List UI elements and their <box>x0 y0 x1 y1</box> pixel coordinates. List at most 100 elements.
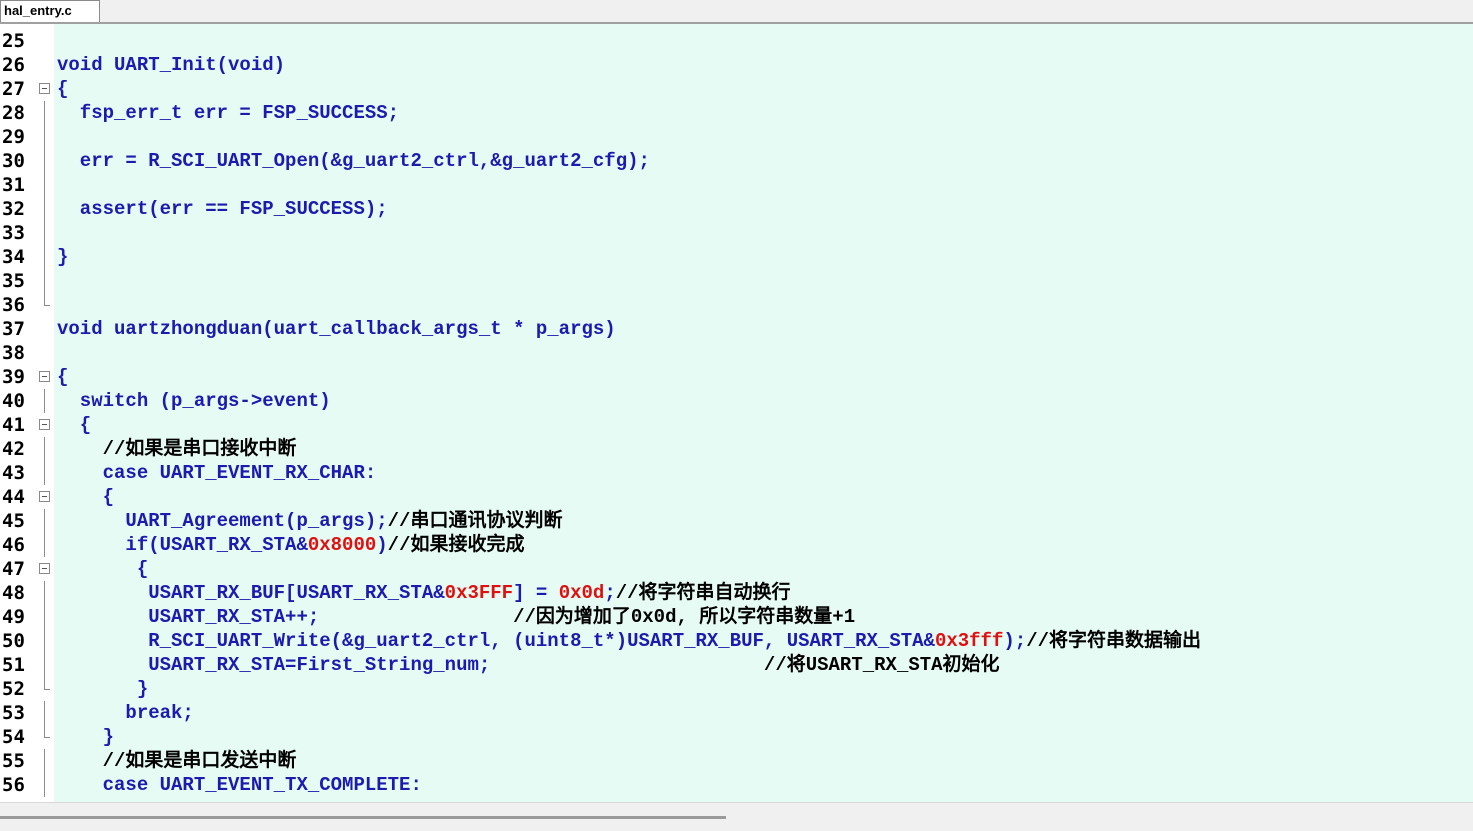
fold-toggle-icon[interactable] <box>38 365 54 389</box>
scrollbar-thumb[interactable] <box>0 816 726 819</box>
line-number: 29 <box>2 126 25 148</box>
fold-guide <box>38 677 54 701</box>
code-text: } <box>57 678 149 700</box>
fold-guide <box>38 701 54 725</box>
tab-hal-entry[interactable]: hal_entry.c <box>0 0 100 22</box>
code-text: if(USART_RX_STA&0x8000)//如果接收完成 <box>57 534 525 556</box>
line-number: 46 <box>2 534 25 556</box>
fold-guide <box>38 221 54 245</box>
line-number: 37 <box>2 318 25 340</box>
code-text: switch (p_args->event) <box>57 390 331 412</box>
fold-guide <box>38 317 54 341</box>
line-number: 42 <box>2 438 25 460</box>
fold-guide <box>38 461 54 485</box>
fold-guide <box>38 293 54 317</box>
code-text: { <box>57 366 69 388</box>
code-text: case UART_EVENT_RX_CHAR: <box>57 462 377 484</box>
line-number: 31 <box>2 174 25 196</box>
fold-guide <box>38 149 54 173</box>
code-line: 50 R_SCI_UART_Write(&g_uart2_ctrl, (uint… <box>0 629 1473 653</box>
code-line: 52 } <box>0 677 1473 701</box>
code-line: 48 USART_RX_BUF[USART_RX_STA&0x3FFF] = 0… <box>0 581 1473 605</box>
line-number: 34 <box>2 246 25 268</box>
code-text: void uartzhongduan(uart_callback_args_t … <box>57 318 616 340</box>
code-line: 44 { <box>0 485 1473 509</box>
code-text: //如果是串口接收中断 <box>102 438 297 460</box>
line-number: 39 <box>2 366 25 388</box>
code-text: { <box>57 78 69 100</box>
line-number: 55 <box>2 750 25 772</box>
fold-guide <box>38 125 54 149</box>
code-line: 55 //如果是串口发送中断 <box>0 749 1473 773</box>
fold-guide <box>38 245 54 269</box>
line-number: 45 <box>2 510 25 532</box>
line-number: 32 <box>2 198 25 220</box>
code-line: 27 { <box>0 77 1473 101</box>
line-number: 30 <box>2 150 25 172</box>
fold-guide <box>38 29 54 53</box>
code-line: 33 <box>0 221 1473 245</box>
line-number: 41 <box>2 414 25 436</box>
code-text: } <box>57 726 115 748</box>
line-number: 26 <box>2 54 25 76</box>
fold-guide <box>38 773 54 797</box>
editor-window: hal_entry.c 25 26 void UART_Init(void) 27 {2… <box>0 0 1473 831</box>
code-line: 41 { <box>0 413 1473 437</box>
code-line: 53 break; <box>0 701 1473 725</box>
line-number: 52 <box>2 678 25 700</box>
fold-guide <box>38 101 54 125</box>
code-line: 43 case UART_EVENT_RX_CHAR: <box>0 461 1473 485</box>
code-text: //如果是串口发送中断 <box>102 750 297 772</box>
fold-guide <box>38 653 54 677</box>
fold-guide <box>38 173 54 197</box>
line-number: 38 <box>2 342 25 364</box>
code-lines: 25 26 void UART_Init(void) 27 {28 fsp_err_t … <box>0 29 1473 797</box>
code-text: UART_Agreement(p_args);//串口通讯协议判断 <box>57 510 563 532</box>
fold-guide <box>38 53 54 77</box>
code-line: 36 <box>0 293 1473 317</box>
code-line: 28 fsp_err_t err = FSP_SUCCESS; <box>0 101 1473 125</box>
code-line: 40 switch (p_args->event) <box>0 389 1473 413</box>
code-text: case UART_EVENT_TX_COMPLETE: <box>57 774 422 796</box>
line-number: 33 <box>2 222 25 244</box>
code-line: 54 } <box>0 725 1473 749</box>
fold-guide <box>38 629 54 653</box>
line-number: 35 <box>2 270 25 292</box>
code-line: 42 //如果是串口接收中断 <box>0 437 1473 461</box>
code-text: } <box>57 246 69 268</box>
line-number: 56 <box>2 774 25 796</box>
fold-guide <box>38 725 54 749</box>
fold-toggle-icon[interactable] <box>38 77 54 101</box>
code-line: 51 USART_RX_STA=First_String_num; //将USA… <box>0 653 1473 677</box>
code-line: 30 err = R_SCI_UART_Open(&g_uart2_ctrl,&… <box>0 149 1473 173</box>
code-line: 37 void uartzhongduan(uart_callback_args_… <box>0 317 1473 341</box>
code-text: { <box>57 558 149 580</box>
line-number: 51 <box>2 654 25 676</box>
line-number: 27 <box>2 78 25 100</box>
code-text: err = R_SCI_UART_Open(&g_uart2_ctrl,&g_u… <box>57 150 650 172</box>
fold-guide <box>38 533 54 557</box>
fold-toggle-icon[interactable] <box>38 485 54 509</box>
line-number: 28 <box>2 102 25 124</box>
tab-bar: hal_entry.c <box>0 0 1473 24</box>
fold-guide <box>38 605 54 629</box>
fold-toggle-icon[interactable] <box>38 557 54 581</box>
code-editor[interactable]: 25 26 void UART_Init(void) 27 {28 fsp_err_t … <box>0 24 1473 802</box>
code-text: USART_RX_STA=First_String_num; //将USART_… <box>57 654 1000 676</box>
fold-guide <box>38 269 54 293</box>
code-text: break; <box>57 702 194 724</box>
code-line: 38 <box>0 341 1473 365</box>
code-line: 56 case UART_EVENT_TX_COMPLETE: <box>0 773 1473 797</box>
code-line: 46 if(USART_RX_STA&0x8000)//如果接收完成 <box>0 533 1473 557</box>
code-line: 34} <box>0 245 1473 269</box>
line-number: 36 <box>2 294 25 316</box>
code-text: { <box>57 486 115 508</box>
horizontal-scrollbar[interactable] <box>0 802 1473 831</box>
code-text: { <box>57 414 92 436</box>
code-line: 49 USART_RX_STA++; //因为增加了0x0d, 所以字符串数量+… <box>0 605 1473 629</box>
fold-toggle-icon[interactable] <box>38 413 54 437</box>
code-text: R_SCI_UART_Write(&g_uart2_ctrl, (uint8_t… <box>57 630 1201 652</box>
fold-guide <box>38 197 54 221</box>
line-number: 44 <box>2 486 25 508</box>
code-text: fsp_err_t err = FSP_SUCCESS; <box>57 102 400 124</box>
